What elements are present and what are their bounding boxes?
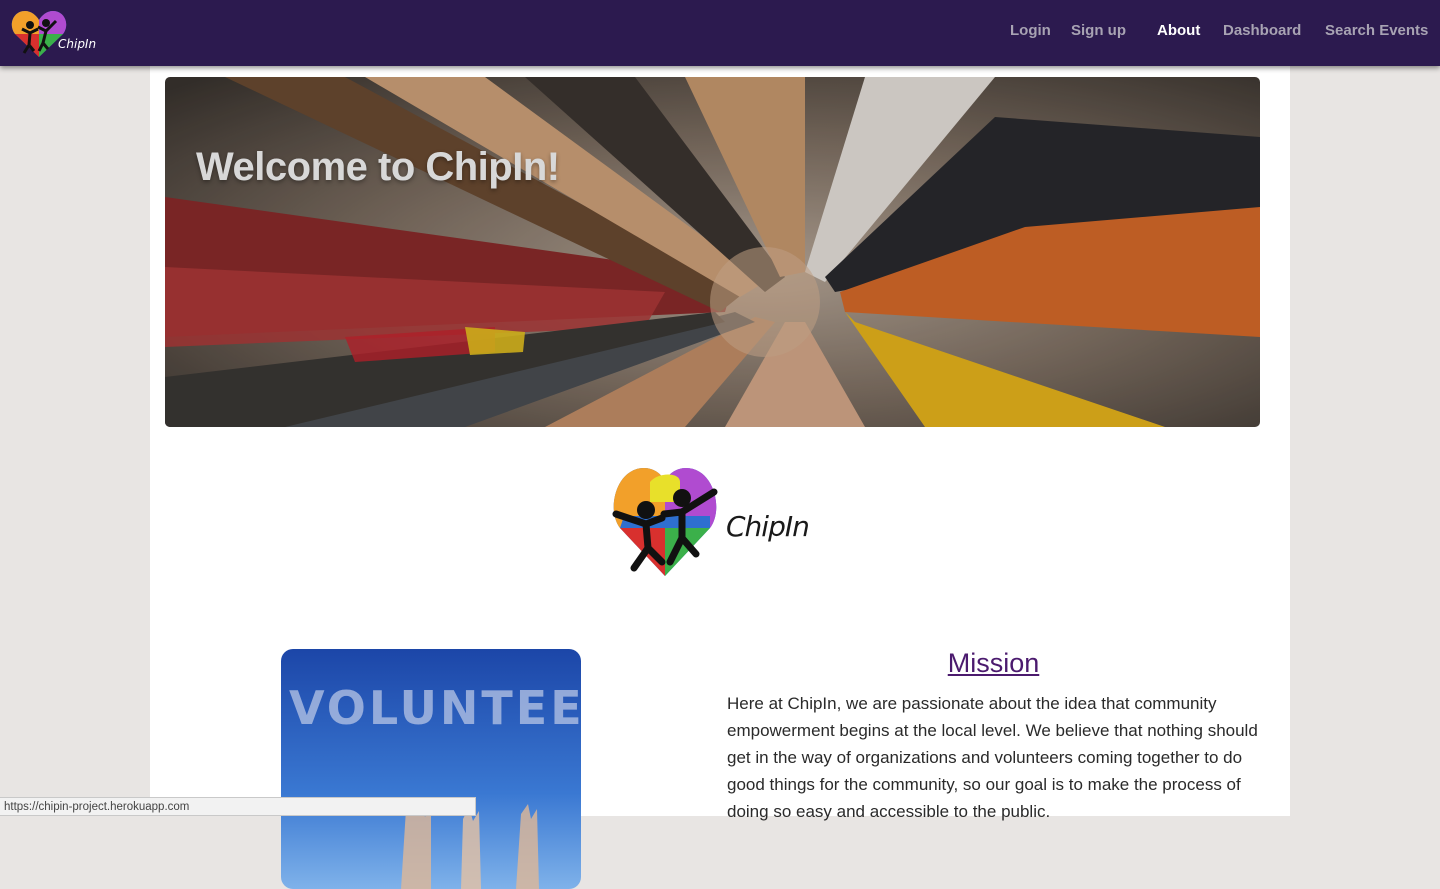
nav-login[interactable]: Login [1010, 22, 1051, 39]
hero-banner: Welcome to ChipIn! [165, 77, 1260, 427]
puzzle-heart-icon [11, 11, 67, 57]
top-navbar: ChipIn Login Sign up About Dashboard Sea… [0, 0, 1440, 66]
nav-signup[interactable]: Sign up [1071, 22, 1126, 39]
mission-text: Here at ChipIn, we are passionate about … [727, 694, 1258, 821]
nav-search-events[interactable]: Search Events [1325, 22, 1428, 39]
brand-text: ChipIn [58, 37, 97, 51]
main-content: Welcome to ChipIn! ChipIn VOLUNTEE Missi… [150, 66, 1290, 889]
nav-dashboard[interactable]: Dashboard [1223, 22, 1301, 39]
mission-heading: Mission [947, 648, 1040, 678]
nav-about[interactable]: About [1157, 22, 1200, 39]
hero-title: Welcome to ChipIn! [196, 145, 560, 189]
volunteer-image-text: VOLUNTEER [289, 681, 581, 735]
hands-photo-image [165, 77, 1260, 427]
center-logo: ChipIn [610, 462, 810, 582]
status-bar-url: https://chipin-project.herokuapp.com [0, 797, 476, 816]
logo-text: ChipIn [726, 510, 810, 543]
volunteer-image: VOLUNTEER [281, 649, 581, 889]
brand-logo[interactable]: ChipIn [10, 7, 102, 61]
